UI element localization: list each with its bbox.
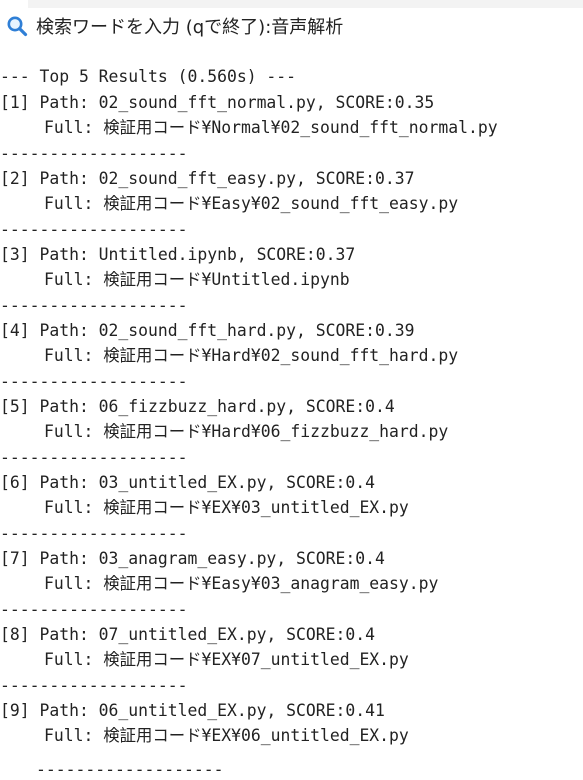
result-path-line: [8] Path: 07_untitled_EX.py, SCORE:0.4 — [0, 624, 375, 644]
result-path-line: [2] Path: 02_sound_fft_easy.py, SCORE:0.… — [0, 168, 415, 188]
result-path-line: [5] Path: 06_fizzbuzz_hard.py, SCORE:0.4 — [0, 396, 395, 416]
search-prompt-label: 検索ワードを入力 (qで終了): — [36, 17, 272, 38]
result-separator: ------------------- — [0, 295, 188, 315]
result-item: [8] Path: 07_untitled_EX.py, SCORE:0.4 Fu… — [0, 622, 583, 698]
result-full-path-line: Full: 検証用コード¥Untitled.ipynb — [44, 270, 350, 289]
result-item: [7] Path: 03_anagram_easy.py, SCORE:0.4 F… — [0, 546, 583, 622]
search-query-value[interactable]: 音声解析 — [271, 13, 343, 39]
result-separator: ------------------- — [0, 143, 188, 163]
result-full-path-line: Full: 検証用コード¥EX¥07_untitled_EX.py — [44, 650, 409, 669]
result-separator: ------------------- — [0, 675, 188, 695]
results-list: [1] Path: 02_sound_fft_normal.py, SCORE:… — [0, 90, 583, 749]
result-separator: ------------------- — [0, 447, 188, 467]
terminal-output: --- Top 5 Results (0.560s) --- [1] Path:… — [0, 64, 583, 749]
result-separator: ------------------- — [0, 371, 188, 391]
result-separator: ------------------- — [0, 523, 188, 543]
result-path-line: [1] Path: 02_sound_fft_normal.py, SCORE:… — [0, 92, 435, 112]
result-separator: ------------------- — [0, 219, 188, 239]
result-path-line: [6] Path: 03_untitled_EX.py, SCORE:0.4 — [0, 472, 375, 492]
search-prompt[interactable]: 検索ワードを入力 (qで終了): 音声解析 — [6, 13, 343, 39]
result-item: [6] Path: 03_untitled_EX.py, SCORE:0.4 Fu… — [0, 470, 583, 546]
results-header: --- Top 5 Results (0.560s) --- — [0, 67, 297, 86]
result-full-path-line: Full: 検証用コード¥EX¥03_untitled_EX.py — [44, 498, 409, 517]
result-path-line: [3] Path: Untitled.ipynb, SCORE:0.37 — [0, 244, 356, 264]
result-full-path-line: Full: 検証用コード¥EX¥06_untitled_EX.py — [44, 726, 409, 745]
result-item: [2] Path: 02_sound_fft_easy.py, SCORE:0.… — [0, 166, 583, 242]
output-scroll-top — [28, 0, 583, 8]
result-full-path-line: Full: 検証用コード¥Normal¥02_sound_fft_normal.… — [44, 118, 498, 137]
result-path-line: [4] Path: 02_sound_fft_hard.py, SCORE:0.… — [0, 320, 415, 340]
result-item: [5] Path: 06_fizzbuzz_hard.py, SCORE:0.4… — [0, 394, 583, 470]
bottom-separator: ------------------- — [36, 760, 224, 779]
search-icon — [6, 15, 28, 37]
result-full-path-line: Full: 検証用コード¥Hard¥06_fizzbuzz_hard.py — [44, 422, 449, 441]
result-path-line: [7] Path: 03_anagram_easy.py, SCORE:0.4 — [0, 548, 385, 568]
result-path-line: [9] Path: 06_untitled_EX.py, SCORE:0.41 — [0, 700, 385, 720]
result-full-path-line: Full: 検証用コード¥Hard¥02_sound_fft_hard.py — [44, 346, 459, 365]
result-item: [9] Path: 06_untitled_EX.py, SCORE:0.41 F… — [0, 698, 583, 749]
result-full-path-line: Full: 検証用コード¥Easy¥03_anagram_easy.py — [44, 574, 439, 593]
result-item: [3] Path: Untitled.ipynb, SCORE:0.37 Full… — [0, 242, 583, 318]
result-item: [4] Path: 02_sound_fft_hard.py, SCORE:0.… — [0, 318, 583, 394]
result-item: [1] Path: 02_sound_fft_normal.py, SCORE:… — [0, 90, 583, 166]
result-separator: ------------------- — [0, 599, 188, 619]
result-full-path-line: Full: 検証用コード¥Easy¥02_sound_fft_easy.py — [44, 194, 459, 213]
